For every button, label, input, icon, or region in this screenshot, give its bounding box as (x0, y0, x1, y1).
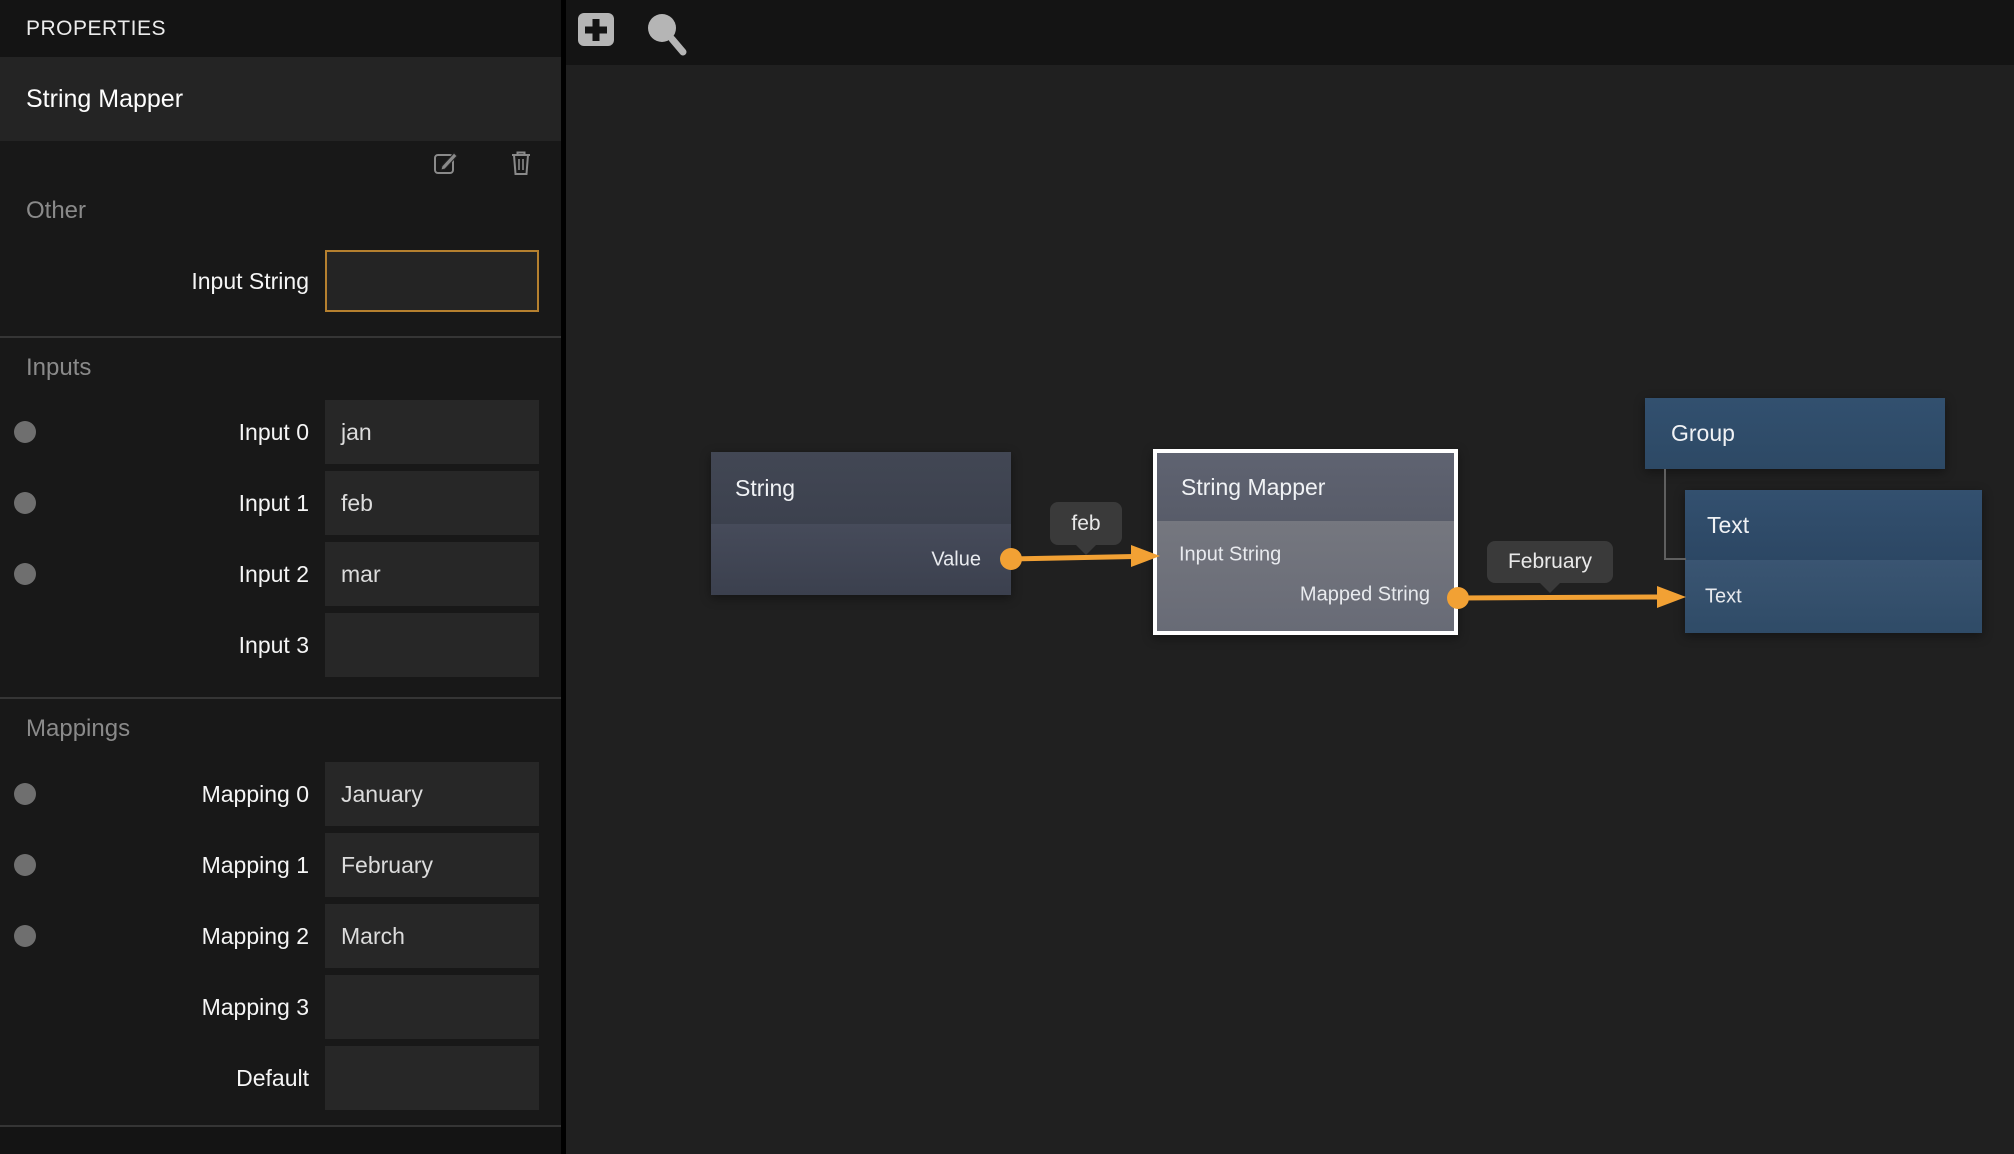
input0-field[interactable]: jan (325, 400, 539, 464)
wire-value-tooltip-feb: feb (1050, 502, 1122, 545)
section-title-other: Other (26, 194, 86, 228)
property-row-input0: Input 0 jan (0, 400, 561, 464)
edit-icon[interactable] (433, 149, 459, 176)
node-string-mapper-body: Input String Mapped String (1157, 521, 1454, 631)
property-row-input3: Input 3 (0, 613, 561, 677)
input-string-label: Input String (0, 250, 309, 312)
sidebar-bottom-strip (0, 1127, 561, 1154)
app-window: PROPERTIES String Mapper Other Input Str… (0, 0, 2014, 1154)
node-string-body: Value (711, 524, 1011, 595)
mapping2-field[interactable]: March (325, 904, 539, 968)
properties-panel-title: PROPERTIES (0, 0, 561, 57)
mapping0-field[interactable]: January (325, 762, 539, 826)
property-row-mapping0: Mapping 0 January (0, 762, 561, 826)
selected-node-name: String Mapper (26, 57, 183, 141)
property-row-mapping2: Mapping 2 March (0, 904, 561, 968)
default-label: Default (0, 1046, 309, 1110)
input0-label: Input 0 (0, 400, 309, 464)
default-field[interactable] (325, 1046, 539, 1110)
node-string-title[interactable]: String (711, 452, 1011, 524)
input1-label: Input 1 (0, 471, 309, 535)
property-row-mapping3: Mapping 3 (0, 975, 561, 1039)
mapping2-label: Mapping 2 (0, 904, 309, 968)
input3-label: Input 3 (0, 613, 309, 677)
section-title-inputs: Inputs (26, 351, 91, 385)
node-string[interactable]: String Value (711, 452, 1011, 595)
trash-icon[interactable] (508, 149, 534, 176)
port-input-string-label: Input String (1179, 544, 1281, 567)
canvas-toolbar (566, 0, 2014, 65)
node-group[interactable]: Group (1645, 398, 1945, 469)
port-text-label: Text (1705, 586, 1742, 609)
mapping1-label: Mapping 1 (0, 833, 309, 897)
property-row-input1: Input 1 feb (0, 471, 561, 535)
node-string-mapper-title[interactable]: String Mapper (1157, 453, 1454, 521)
input1-field[interactable]: feb (325, 471, 539, 535)
wire-value-tooltip-february: February (1487, 541, 1613, 583)
property-row-input-string: Input String (0, 250, 561, 312)
mapping0-label: Mapping 0 (0, 762, 309, 826)
node-text-body: Text (1685, 560, 1982, 633)
section-separator (0, 697, 561, 699)
input-string-field[interactable] (325, 250, 539, 312)
mapping3-label: Mapping 3 (0, 975, 309, 1039)
input2-field[interactable]: mar (325, 542, 539, 606)
node-group-title[interactable]: Group (1645, 398, 1945, 469)
section-title-mappings: Mappings (26, 712, 130, 746)
mapping1-field[interactable]: February (325, 833, 539, 897)
node-string-mapper-selected[interactable]: String Mapper Input String Mapped String (1153, 449, 1458, 635)
search-icon[interactable] (641, 8, 691, 58)
port-mapped-string-label: Mapped String (1300, 584, 1430, 607)
input2-label: Input 2 (0, 542, 309, 606)
property-row-default: Default (0, 1046, 561, 1110)
node-text[interactable]: Text Text (1685, 490, 1982, 633)
mapping3-field[interactable] (325, 975, 539, 1039)
properties-panel: PROPERTIES String Mapper Other Input Str… (0, 0, 561, 1154)
selected-node-row: String Mapper (0, 57, 561, 141)
section-separator (0, 336, 561, 338)
add-node-icon[interactable] (578, 13, 614, 46)
property-row-mapping1: Mapping 1 February (0, 833, 561, 897)
node-text-title[interactable]: Text (1685, 490, 1982, 560)
port-value-label: Value (931, 548, 981, 571)
property-row-input2: Input 2 mar (0, 542, 561, 606)
input3-field[interactable] (325, 613, 539, 677)
